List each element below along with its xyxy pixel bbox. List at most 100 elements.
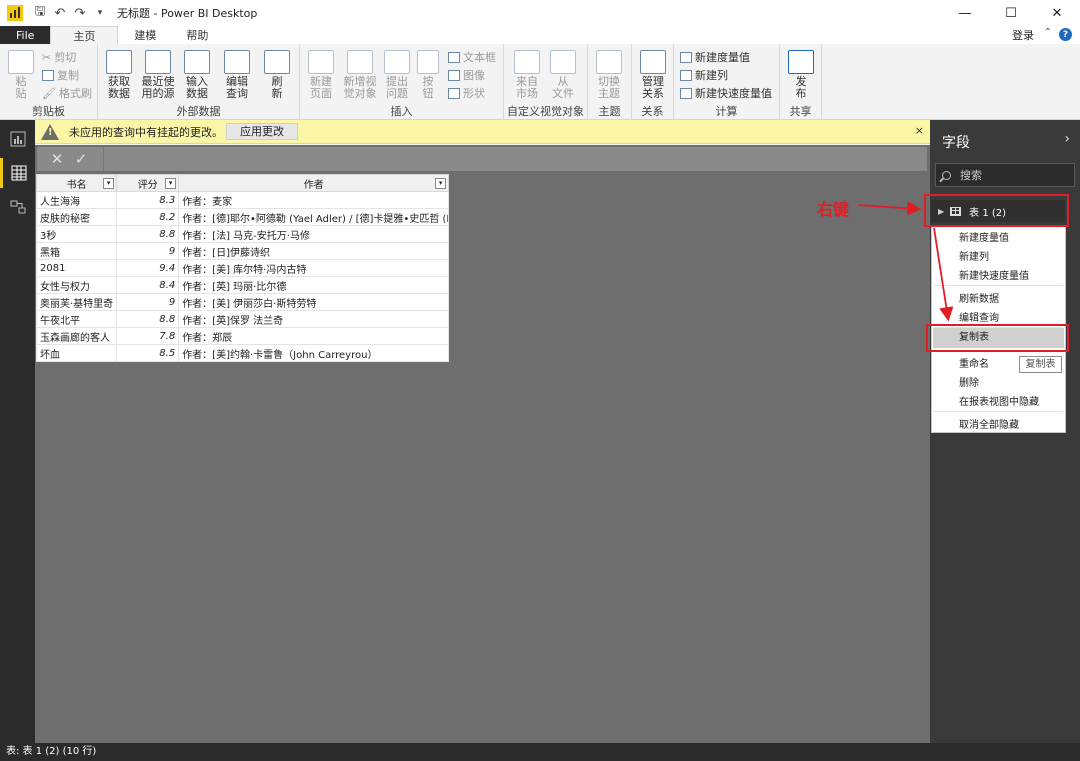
group-label: 主题: [598, 105, 621, 118]
filter-dropdown-icon[interactable]: ▾: [103, 178, 115, 189]
quick-access-toolbar: 🖫 ↶ ↷ ▾: [33, 2, 107, 24]
filter-dropdown-icon[interactable]: ▾: [435, 178, 447, 189]
edit-queries-button[interactable]: 编辑 查询: [220, 50, 254, 100]
table-row[interactable]: 2081 9.4 作者：[美] 库尔特·冯内古特: [35, 259, 450, 277]
group-label: 插入: [390, 105, 413, 118]
table-row[interactable]: 女性与权力 8.4 作者：[英] 玛丽·比尔德: [35, 276, 450, 294]
menu-item-delete[interactable]: 删除: [959, 374, 979, 389]
new-quick-measure-button[interactable]: 新建快速度量值: [680, 85, 772, 101]
new-measure-button[interactable]: 新建度量值: [680, 49, 750, 65]
menu-item-edit-query[interactable]: 编辑查询: [959, 309, 999, 324]
formula-bar: ✕ ✓: [37, 147, 927, 171]
report-view-button[interactable]: [0, 124, 35, 154]
recent-sources-button[interactable]: 最近使 用的源: [138, 50, 178, 100]
redo-icon[interactable]: ↷: [73, 6, 87, 21]
table-row[interactable]: 玉森画廊的客人 7.8 作者：郑辰: [35, 327, 450, 345]
menu-item-unhide-all[interactable]: 取消全部隐藏: [959, 416, 1019, 431]
tab-file[interactable]: File: [0, 26, 51, 44]
column-header-author[interactable]: 作者 ▾: [178, 174, 450, 192]
buttons-button[interactable]: 按 钮: [414, 50, 442, 100]
from-marketplace-button[interactable]: 来自 市场: [510, 50, 544, 100]
menu-item-new-quick-measure[interactable]: 新建快速度量值: [959, 267, 1029, 282]
shapes-icon: [448, 87, 460, 99]
apply-changes-button[interactable]: 应用更改: [226, 123, 298, 140]
shapes-button[interactable]: 形状: [448, 85, 485, 101]
textbox-button[interactable]: 文本框: [448, 49, 496, 65]
model-icon: [10, 200, 25, 214]
fields-search-input[interactable]: 搜索: [935, 163, 1075, 187]
filter-dropdown-icon[interactable]: ▾: [165, 178, 177, 189]
table-row[interactable]: 奥丽芙·基特里奇 9 作者：[美] 伊丽莎白·斯特劳特: [35, 293, 450, 311]
collapse-ribbon-icon[interactable]: ⌃: [1044, 27, 1052, 38]
paste-icon: [8, 50, 34, 74]
table-row[interactable]: 黑箱 9 作者：[日]伊藤诗织: [35, 242, 450, 260]
tab-help[interactable]: 帮助: [172, 26, 222, 44]
formula-input[interactable]: [103, 147, 927, 171]
from-file-button[interactable]: 从 文件: [546, 50, 580, 100]
cut-button[interactable]: ✂ 剪切: [42, 49, 76, 65]
table-row[interactable]: 坏血 8.5 作者：[美]约翰·卡雷鲁（John Carreyrou）: [35, 344, 450, 362]
get-data-button[interactable]: 获取 数据: [102, 50, 136, 100]
model-view-button[interactable]: [0, 192, 35, 222]
group-label: 关系: [641, 105, 664, 118]
status-bar: 表: 表 1 (2) (10 行): [0, 743, 1080, 761]
ribbon: 粘 贴 ✂ 剪切 复制 🖌 格式刷 剪贴板 获取 数据 最近使 用的源 输入 数据 …: [0, 44, 1080, 120]
maximize-button[interactable]: ☐: [988, 0, 1034, 26]
report-icon: [10, 131, 25, 147]
new-column-button[interactable]: 新建列: [680, 67, 728, 83]
menu-item-new-column[interactable]: 新建列: [959, 248, 989, 263]
ask-question-button[interactable]: 提出 问题: [380, 50, 414, 100]
group-theme: 切换 主题 主题: [588, 44, 632, 120]
enter-data-button[interactable]: 输入 数据: [180, 50, 214, 100]
undo-icon[interactable]: ↶: [53, 6, 67, 21]
warning-icon: [41, 123, 59, 140]
close-button[interactable]: ✕: [1034, 0, 1080, 26]
data-view-button[interactable]: [0, 158, 35, 188]
column-header-book[interactable]: 书名 ▾: [35, 174, 118, 192]
manage-relationships-button[interactable]: 管理 关系: [636, 50, 670, 100]
new-page-button[interactable]: 新建 页面: [304, 50, 338, 100]
table-row[interactable]: 人生海海 8.3 作者：麦家: [35, 191, 450, 209]
theme-icon: [596, 50, 622, 74]
window-title: 无标题 - Power BI Desktop: [117, 7, 258, 20]
table-row[interactable]: 午夜北平 8.8 作者：[英]保罗 法兰奇: [35, 310, 450, 328]
group-label: 计算: [715, 105, 738, 118]
powerbi-logo-icon: [7, 5, 23, 21]
column-header-rating[interactable]: 评分 ▾: [116, 174, 180, 192]
bar-chart-icon: [347, 50, 373, 74]
menu-item-refresh-data[interactable]: 刷新数据: [959, 290, 999, 305]
minimize-button[interactable]: —: [942, 0, 988, 26]
refresh-button[interactable]: 刷 新: [262, 50, 292, 100]
tab-modeling[interactable]: 建模: [118, 26, 172, 44]
menu-item-rename[interactable]: 重命名: [959, 355, 989, 370]
help-icon[interactable]: ?: [1059, 28, 1072, 41]
login-link[interactable]: 登录: [1012, 27, 1034, 43]
commit-formula-icon[interactable]: ✓: [69, 150, 93, 168]
format-painter-button[interactable]: 🖌 格式刷: [42, 85, 92, 101]
folder-icon: [550, 50, 576, 74]
publish-button[interactable]: 发 布: [784, 50, 818, 100]
menu-item-hide-in-report[interactable]: 在报表视图中隐藏: [959, 393, 1039, 408]
quick-measure-icon: [680, 87, 692, 99]
switch-theme-button[interactable]: 切换 主题: [592, 50, 626, 100]
close-banner-icon[interactable]: ×: [915, 124, 924, 137]
customize-dropdown-icon[interactable]: ▾: [93, 8, 107, 18]
column-icon: [680, 69, 692, 81]
cancel-formula-icon[interactable]: ✕: [45, 150, 69, 168]
table-row[interactable]: 3秒 8.8 作者：[法] 马克-安托万·马修: [35, 225, 450, 243]
save-icon[interactable]: 🖫: [33, 2, 47, 24]
page-icon: [308, 50, 334, 74]
collapse-pane-icon[interactable]: ›: [1064, 131, 1070, 147]
image-button[interactable]: 图像: [448, 67, 485, 83]
table-row[interactable]: 皮肤的秘密 8.2 作者：[德]耶尔•阿德勒 (Yael Adler) / [德]卡…: [35, 208, 450, 226]
marketplace-icon: [514, 50, 540, 74]
textbox-icon: [448, 51, 460, 63]
new-visual-button[interactable]: 新增视 觉对象: [340, 50, 380, 100]
tab-home[interactable]: 主页: [50, 26, 119, 44]
paste-button[interactable]: 粘 贴: [5, 50, 37, 100]
menu-item-new-measure[interactable]: 新建度量值: [959, 229, 1009, 244]
copy-button[interactable]: 复制: [42, 67, 79, 83]
group-relationships: 管理 关系 关系: [632, 44, 674, 120]
highlight-box-duplicate-table: [926, 324, 1069, 352]
clock-icon: [145, 50, 171, 74]
